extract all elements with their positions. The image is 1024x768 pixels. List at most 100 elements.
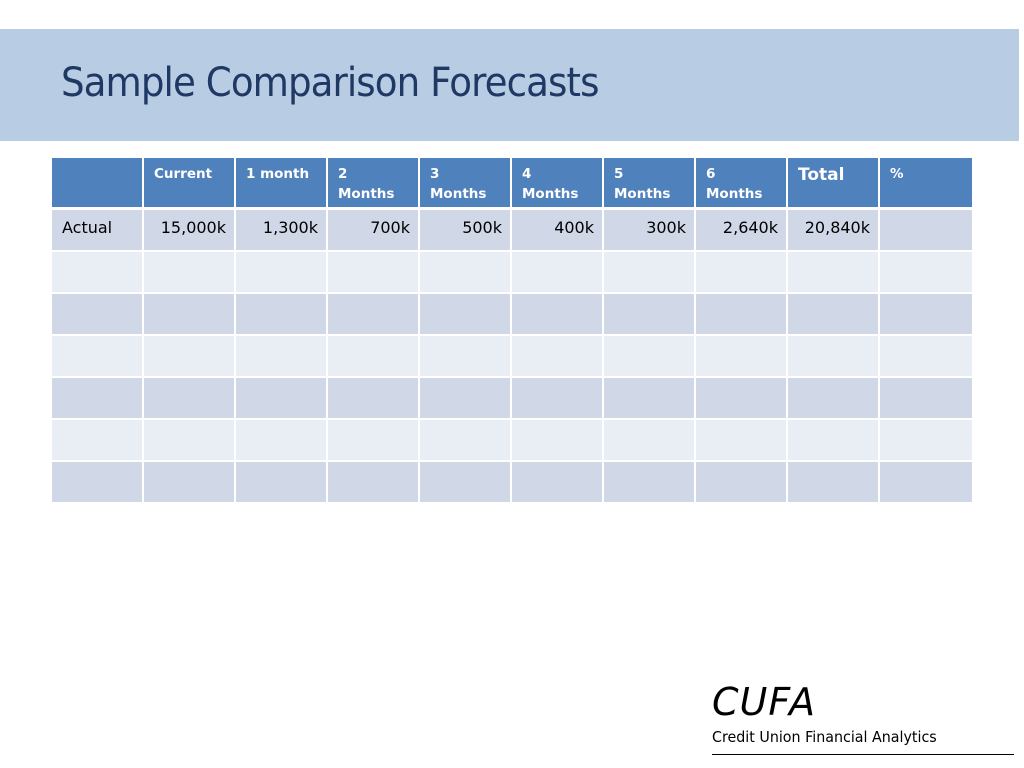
value-cell [604,378,696,420]
value-cell [144,378,236,420]
column-header: 4 Months [512,158,604,210]
table-body: Actual 15,000k 1,300k 700k 500k 400k 300k 2,640… [52,210,972,504]
value-cell [420,420,512,462]
value-cell [880,210,972,252]
value-cell [880,378,972,420]
row-label-cell [52,462,144,504]
value-cell: 500k [420,210,512,252]
row-label-cell: Actual [52,210,144,252]
column-header-label: Total [798,165,845,185]
value-cell [144,420,236,462]
value-cell [880,462,972,504]
value-cell [236,252,328,294]
value-cell: 20,840k [788,210,880,252]
value-cell [880,252,972,294]
value-cell [788,378,880,420]
row-label-cell [52,336,144,378]
table-row [52,462,972,504]
row-label-cell [52,378,144,420]
value-cell [420,252,512,294]
column-header-sublabel: Months [338,186,395,202]
column-header: 5 Months [604,158,696,210]
column-header: Total [788,158,880,210]
value-cell [512,336,604,378]
value-cell [328,462,420,504]
column-header-label: 1 month [246,166,310,182]
value-cell: 300k [604,210,696,252]
value-cell [512,294,604,336]
column-header: % [880,158,972,210]
value-cell [420,378,512,420]
value-cell [144,252,236,294]
value-cell [512,420,604,462]
value-cell [696,294,788,336]
value-cell [236,378,328,420]
column-header-label: 4 [522,166,532,182]
value-cell [420,462,512,504]
column-header-sublabel: Months [430,186,487,202]
column-header: Current [144,158,236,210]
value-cell [696,420,788,462]
forecast-table: Current 1 month 2 Months 3 Months 4 Months 5 Mont… [52,158,972,504]
value-cell [788,462,880,504]
column-header: 1 month [236,158,328,210]
value-cell [236,420,328,462]
table-row [52,294,972,336]
column-header-label: 2 [338,166,348,182]
value-cell [788,336,880,378]
column-header-label: 3 [430,166,440,182]
column-header-sublabel: Months [614,186,671,202]
column-header-sublabel: Months [522,186,579,202]
value-cell [696,462,788,504]
value-cell [236,336,328,378]
table-row [52,252,972,294]
column-header-sublabel: Months [706,186,763,202]
value-cell [604,462,696,504]
value-cell [604,336,696,378]
value-cell [880,420,972,462]
value-cell [696,336,788,378]
row-label-cell [52,252,144,294]
column-header-label: % [890,166,904,182]
column-header-label: Current [154,166,213,182]
table-row [52,420,972,462]
value-cell: 1,300k [236,210,328,252]
cufa-logo: CUFA Credit Union Financial Analytics [712,682,1014,755]
value-cell [328,252,420,294]
table-row [52,378,972,420]
value-cell [512,378,604,420]
value-cell [420,294,512,336]
value-cell [144,294,236,336]
value-cell [328,336,420,378]
value-cell [420,336,512,378]
row-label-cell [52,294,144,336]
table-row [52,336,972,378]
logo-mark: CUFA [712,680,816,724]
value-cell [236,462,328,504]
column-header: 2 Months [328,158,420,210]
value-cell [880,336,972,378]
row-label-cell [52,420,144,462]
column-header: 6 Months [696,158,788,210]
value-cell: 400k [512,210,604,252]
column-header-label: 5 [614,166,624,182]
column-header [52,158,144,210]
value-cell [696,378,788,420]
value-cell [604,294,696,336]
logo-underline [712,754,1014,755]
table-header-row: Current 1 month 2 Months 3 Months 4 Months 5 Mont… [52,158,972,210]
value-cell: 700k [328,210,420,252]
value-cell [328,294,420,336]
value-cell [144,462,236,504]
value-cell [512,462,604,504]
value-cell [788,420,880,462]
value-cell [512,252,604,294]
value-cell [328,420,420,462]
value-cell [788,252,880,294]
logo-subtitle: Credit Union Financial Analytics [712,728,937,746]
value-cell [696,252,788,294]
slide-title: Sample Comparison Forecasts [61,60,599,106]
value-cell: 15,000k [144,210,236,252]
table-row: Actual 15,000k 1,300k 700k 500k 400k 300k 2,640… [52,210,972,252]
value-cell [328,378,420,420]
